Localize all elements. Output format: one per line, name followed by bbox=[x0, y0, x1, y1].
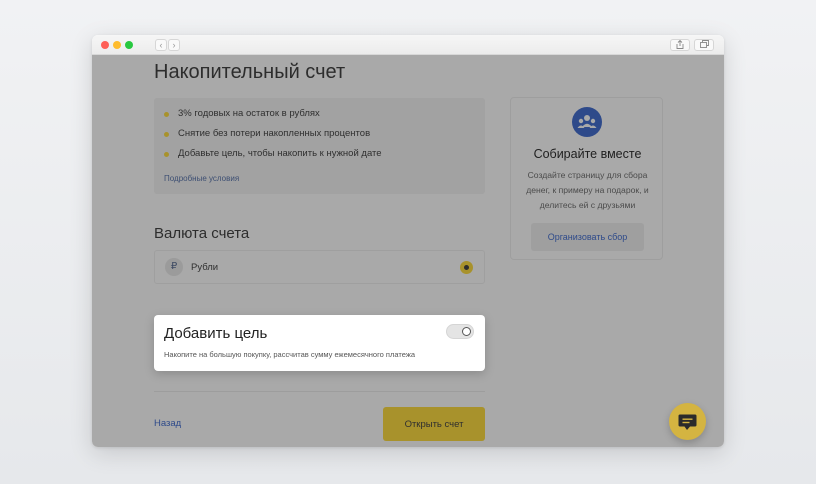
collect-title: Собирайте вместе bbox=[533, 147, 642, 161]
chat-bubble-icon bbox=[678, 414, 697, 430]
forward-arrow-icon[interactable]: › bbox=[168, 39, 180, 51]
feature-item: 3% годовых на остаток в рублях bbox=[164, 108, 320, 119]
close-window-button[interactable] bbox=[101, 41, 109, 49]
browser-titlebar: ‹ › bbox=[92, 35, 724, 55]
back-arrow-icon[interactable]: ‹ bbox=[155, 39, 167, 51]
divider bbox=[154, 391, 485, 392]
currency-option-rub[interactable]: ₽ Рубли bbox=[154, 250, 485, 284]
add-goal-card: Добавить цель Накопите на большую покупк… bbox=[154, 315, 485, 371]
open-account-button[interactable]: Открыть счет bbox=[383, 407, 485, 441]
page-title: Накопительный счет bbox=[154, 61, 346, 83]
currency-title: Валюта счета bbox=[154, 225, 250, 242]
feature-item: Добавьте цель, чтобы накопить к нужной д… bbox=[164, 148, 382, 159]
back-link[interactable]: Назад bbox=[154, 418, 181, 429]
ruble-icon: ₽ bbox=[165, 258, 183, 276]
features-panel: 3% годовых на остаток в рублях Снятие бе… bbox=[154, 98, 485, 194]
tabs-overview-icon[interactable] bbox=[694, 39, 714, 51]
browser-window: ‹ › Накопительный счет 3% годовых на ост… bbox=[92, 35, 724, 447]
page-content: Накопительный счет 3% годовых на остаток… bbox=[92, 55, 724, 447]
currency-option-label: Рубли bbox=[191, 262, 219, 273]
collect-together-card: Собирайте вместе Создайте страницу для с… bbox=[510, 97, 663, 260]
feature-text: Добавьте цель, чтобы накопить к нужной д… bbox=[178, 148, 382, 159]
toggle-knob bbox=[462, 327, 471, 336]
people-group-icon bbox=[572, 107, 602, 137]
add-goal-toggle[interactable] bbox=[446, 324, 474, 339]
feature-text: Снятие без потери накопленных процентов bbox=[178, 128, 371, 139]
add-goal-description: Накопите на большую покупку, рассчитав с… bbox=[164, 350, 416, 359]
feature-text: 3% годовых на остаток в рублях bbox=[178, 108, 320, 119]
organize-collection-button[interactable]: Организовать сбор bbox=[531, 223, 644, 251]
currency-radio-selected[interactable] bbox=[460, 261, 473, 274]
feature-item: Снятие без потери накопленных процентов bbox=[164, 128, 371, 139]
maximize-window-button[interactable] bbox=[125, 41, 133, 49]
add-goal-title: Добавить цель bbox=[164, 325, 268, 342]
chat-button[interactable] bbox=[669, 403, 706, 440]
share-icon[interactable] bbox=[670, 39, 690, 51]
collect-description: Создайте страницу для сбора денег, к при… bbox=[526, 170, 649, 210]
bullet-dot-icon bbox=[164, 112, 169, 117]
terms-link[interactable]: Подробные условия bbox=[164, 174, 239, 183]
bullet-dot-icon bbox=[164, 132, 169, 137]
minimize-window-button[interactable] bbox=[113, 41, 121, 49]
bullet-dot-icon bbox=[164, 152, 169, 157]
